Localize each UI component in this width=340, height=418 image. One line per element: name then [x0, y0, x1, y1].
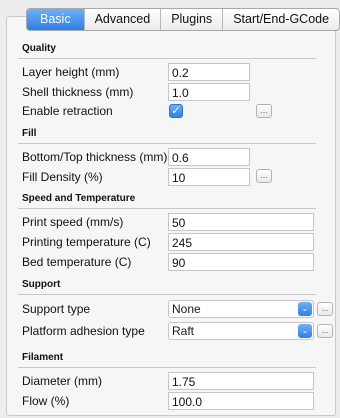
flow-input[interactable]: 100.0 [168, 392, 314, 410]
section-divider [18, 208, 316, 209]
printing-temperature-label: Printing temperature (C) [22, 235, 151, 249]
section-quality-heading: Quality [22, 43, 56, 54]
tab-basic[interactable]: Basic [27, 9, 84, 30]
chevron-down-icon: ⌄ [298, 302, 312, 316]
support-settings-button[interactable]: ... [317, 302, 333, 316]
printing-temperature-input[interactable]: 245 [168, 233, 314, 251]
shell-thickness-input[interactable]: 1.0 [168, 83, 250, 101]
shell-thickness-label: Shell thickness (mm) [22, 85, 134, 99]
layer-height-input[interactable]: 0.2 [168, 63, 250, 81]
section-divider [18, 294, 316, 295]
enable-retraction-label: Enable retraction [22, 104, 113, 118]
bed-temperature-input[interactable]: 90 [168, 253, 314, 271]
bottom-top-thickness-input[interactable]: 0.6 [168, 148, 250, 166]
tab-bar: Basic Advanced Plugins Start/End-GCode [26, 8, 340, 31]
section-divider [18, 367, 316, 368]
platform-adhesion-label: Platform adhesion type [22, 324, 145, 338]
fill-density-settings-button[interactable]: ... [256, 169, 272, 183]
support-type-label: Support type [22, 302, 91, 316]
enable-retraction-checkbox[interactable]: ✓ [169, 104, 183, 118]
bottom-top-thickness-label: Bottom/Top thickness (mm) [22, 150, 168, 164]
retraction-settings-button[interactable]: ... [256, 104, 272, 118]
diameter-label: Diameter (mm) [22, 374, 102, 388]
print-speed-input[interactable]: 50 [168, 213, 314, 231]
section-fill-heading: Fill [22, 128, 37, 139]
section-support-heading: Support [22, 279, 61, 290]
diameter-input[interactable]: 1.75 [168, 372, 314, 390]
tab-advanced[interactable]: Advanced [83, 9, 161, 30]
layer-height-label: Layer height (mm) [22, 65, 120, 79]
section-speed-heading: Speed and Temperature [22, 193, 136, 204]
adhesion-settings-button[interactable]: ... [317, 324, 333, 338]
platform-adhesion-select[interactable]: Raft ⌄ [168, 322, 314, 340]
platform-adhesion-value: Raft [172, 324, 195, 338]
flow-label: Flow (%) [22, 394, 70, 408]
tab-start-end-gcode[interactable]: Start/End-GCode [222, 9, 339, 30]
bed-temperature-label: Bed temperature (C) [22, 255, 132, 269]
print-speed-label: Print speed (mm/s) [22, 215, 124, 229]
section-divider [18, 58, 316, 59]
fill-density-label: Fill Density (%) [22, 170, 103, 184]
section-filament-heading: Filament [22, 352, 64, 363]
fill-density-input[interactable]: 10 [168, 168, 250, 186]
chevron-down-icon: ⌄ [298, 324, 312, 338]
section-divider [18, 143, 316, 144]
tab-plugins[interactable]: Plugins [160, 9, 222, 30]
support-type-value: None [172, 302, 201, 316]
support-type-select[interactable]: None ⌄ [168, 300, 314, 318]
